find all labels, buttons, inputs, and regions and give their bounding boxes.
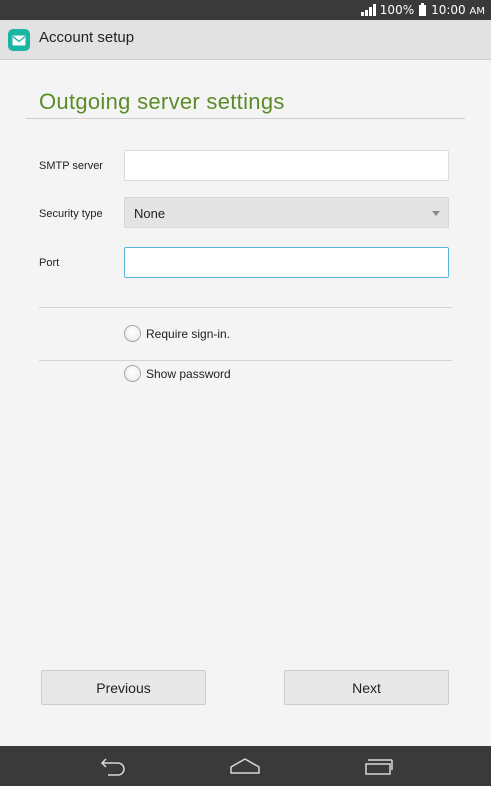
battery-icon — [419, 2, 427, 16]
title-divider — [26, 118, 465, 119]
security-type-label: Security type — [39, 208, 103, 220]
clock: 10:00 AM — [431, 3, 485, 17]
next-button[interactable]: Next — [284, 670, 449, 705]
recents-icon[interactable] — [362, 754, 394, 778]
action-bar-title: Account setup — [39, 29, 135, 46]
page-title: Outgoing server settings — [39, 89, 285, 114]
divider — [39, 307, 452, 308]
navigation-bar — [0, 746, 491, 786]
show-password-radio[interactable] — [124, 365, 141, 382]
divider — [39, 360, 452, 361]
battery-percent: 100% — [379, 3, 415, 17]
email-icon[interactable] — [8, 29, 30, 51]
smtp-server-label: SMTP server — [39, 160, 103, 172]
home-icon[interactable] — [229, 754, 261, 778]
port-label: Port — [39, 257, 60, 269]
previous-button[interactable]: Previous — [41, 670, 206, 705]
show-password-label: Show password — [146, 366, 231, 381]
signal-icon — [360, 4, 376, 16]
port-input[interactable] — [124, 247, 449, 278]
action-bar: Account setup — [0, 20, 491, 60]
back-icon[interactable] — [97, 754, 129, 778]
show-password-option[interactable]: Show password — [124, 365, 231, 382]
require-signin-radio[interactable] — [124, 325, 141, 342]
security-type-value: None — [134, 206, 166, 221]
security-type-select[interactable]: None — [124, 197, 449, 228]
status-bar: 100% 10:00 AM — [0, 0, 491, 20]
require-signin-option[interactable]: Require sign-in. — [124, 325, 230, 342]
dropdown-arrow-icon — [432, 211, 440, 216]
smtp-server-input[interactable] — [124, 150, 449, 181]
require-signin-label: Require sign-in. — [146, 326, 231, 341]
status-indicators: 100% 10:00 AM — [360, 0, 485, 20]
